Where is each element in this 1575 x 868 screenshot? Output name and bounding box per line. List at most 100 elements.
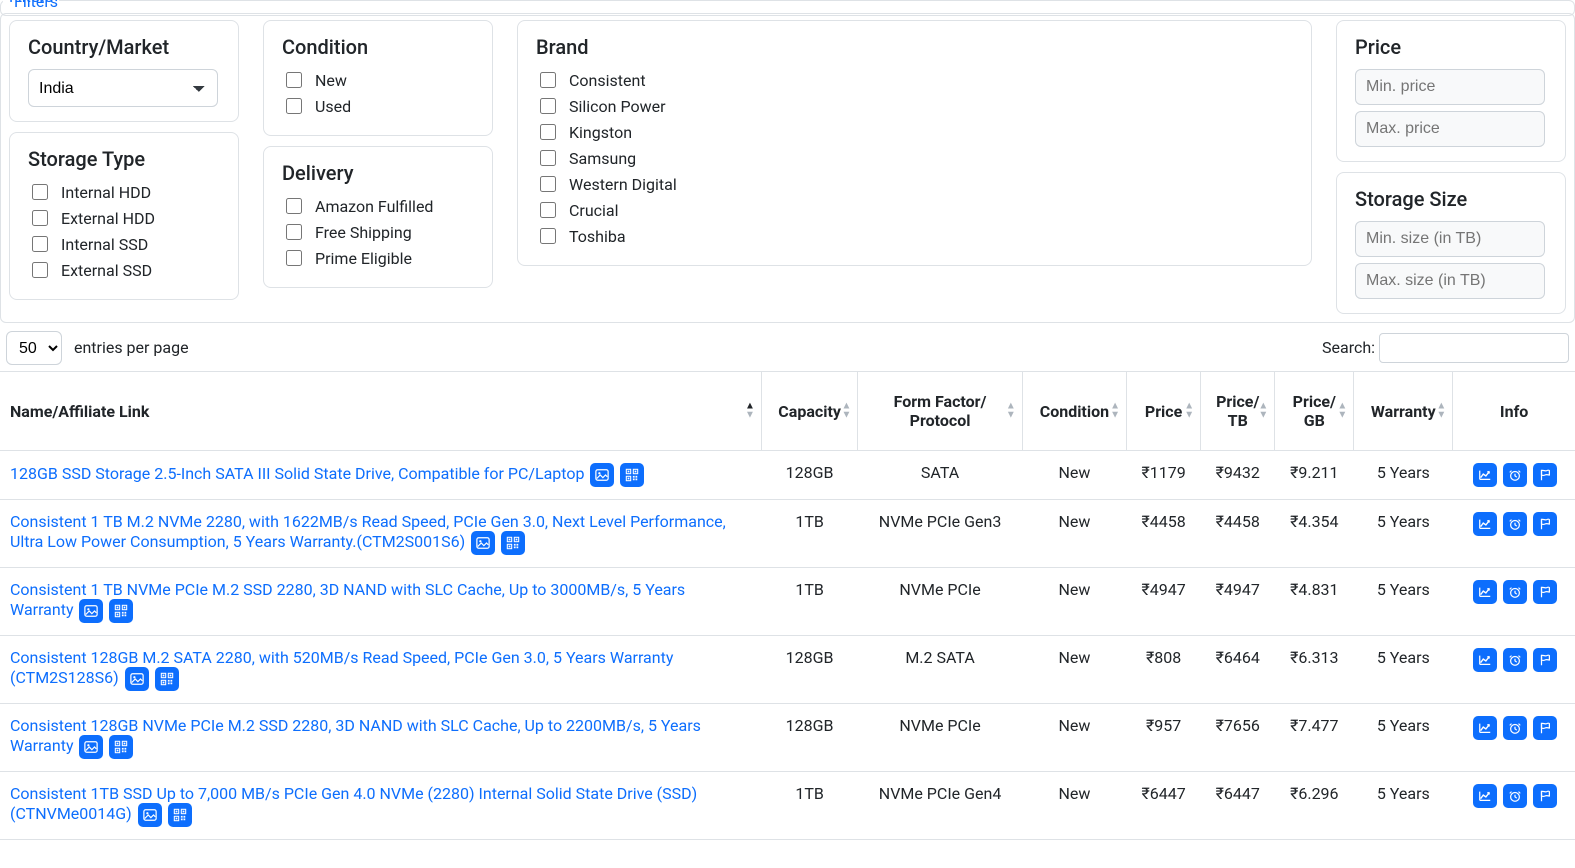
filters-toggle[interactable]: Filters [8, 0, 64, 13]
alert-icon[interactable] [1503, 784, 1527, 808]
product-link[interactable]: Consistent 1TB SSD Up to 7,000 MB/s PCIe… [10, 784, 697, 823]
delivery-checkbox[interactable] [286, 224, 302, 240]
warranty-cell: 5 Years [1354, 772, 1453, 840]
storage-type-option[interactable]: External HDD [28, 207, 220, 229]
column-header[interactable]: Condition▲▼ [1022, 372, 1126, 451]
column-header-label: Form Factor/Protocol [894, 392, 987, 430]
report-icon[interactable] [1533, 648, 1557, 672]
brand-label: Silicon Power [569, 97, 666, 116]
image-icon[interactable] [138, 803, 162, 827]
column-header[interactable]: Price/GB▲▼ [1275, 372, 1354, 451]
storage-type-checkbox[interactable] [32, 236, 48, 252]
brand-checkbox[interactable] [540, 202, 556, 218]
alert-icon[interactable] [1503, 716, 1527, 740]
size-max-input[interactable] [1355, 263, 1545, 299]
brand-option[interactable]: Silicon Power [536, 95, 1293, 117]
delivery-option[interactable]: Amazon Fulfilled [282, 195, 474, 217]
brand-option[interactable]: Kingston [536, 121, 1293, 143]
qr-icon[interactable] [168, 803, 192, 827]
brand-option[interactable]: Samsung [536, 147, 1293, 169]
column-header[interactable]: Price/TB▲▼ [1201, 372, 1275, 451]
report-icon[interactable] [1533, 784, 1557, 808]
storage-type-option[interactable]: Internal SSD [28, 233, 220, 255]
brand-option[interactable]: Crucial [536, 199, 1293, 221]
storage-type-checkbox[interactable] [32, 262, 48, 278]
brand-option[interactable]: Western Digital [536, 173, 1293, 195]
report-icon[interactable] [1533, 716, 1557, 740]
info-cell [1453, 500, 1575, 568]
brand-checkbox[interactable] [540, 124, 556, 140]
condition-checkbox[interactable] [286, 72, 302, 88]
price_gb-cell: ₹4.354 [1275, 500, 1354, 568]
entries-per-page-select[interactable]: 50 [6, 331, 62, 365]
search-input[interactable] [1379, 333, 1569, 363]
price-history-icon[interactable] [1473, 784, 1497, 808]
price-history-icon[interactable] [1473, 648, 1497, 672]
qr-icon[interactable] [501, 531, 525, 555]
storage-type-option[interactable]: External SSD [28, 259, 220, 281]
price-history-icon[interactable] [1473, 580, 1497, 604]
delivery-option[interactable]: Free Shipping [282, 221, 474, 243]
column-header[interactable]: Price▲▼ [1127, 372, 1201, 451]
price-history-icon[interactable] [1473, 716, 1497, 740]
qr-icon[interactable] [109, 735, 133, 759]
delivery-label: Free Shipping [315, 223, 412, 242]
storage-type-option[interactable]: Internal HDD [28, 181, 220, 203]
delivery-option[interactable]: Prime Eligible [282, 247, 474, 269]
brand-checkbox[interactable] [540, 228, 556, 244]
column-header[interactable]: Warranty▲▼ [1354, 372, 1453, 451]
alert-icon[interactable] [1503, 580, 1527, 604]
product-link[interactable]: Consistent 128GB M.2 SATA 2280, with 520… [10, 648, 673, 687]
size-min-input[interactable] [1355, 221, 1545, 257]
report-icon[interactable] [1533, 463, 1557, 487]
delivery-checkbox[interactable] [286, 250, 302, 266]
brand-option[interactable]: Consistent [536, 69, 1293, 91]
brand-checkbox[interactable] [540, 150, 556, 166]
alert-icon[interactable] [1503, 648, 1527, 672]
condition-option[interactable]: New [282, 69, 474, 91]
condition-option[interactable]: Used [282, 95, 474, 117]
info-cell [1453, 772, 1575, 840]
product-link[interactable]: Consistent 1 TB M.2 NVMe 2280, with 1622… [10, 512, 726, 551]
condition-label: New [315, 71, 347, 90]
condition-cell: New [1022, 500, 1126, 568]
column-header[interactable]: Capacity▲▼ [761, 372, 857, 451]
column-header[interactable]: Info [1453, 372, 1575, 451]
report-icon[interactable] [1533, 512, 1557, 536]
product-link[interactable]: 128GB SSD Storage 2.5-Inch SATA III Soli… [10, 464, 584, 483]
column-header[interactable]: Form Factor/Protocol▲▼ [858, 372, 1022, 451]
column-header[interactable]: Name/Affiliate Link▲▼ [0, 372, 761, 451]
column-header-label: Warranty [1371, 402, 1436, 421]
storage-type-label: Internal SSD [61, 235, 148, 254]
qr-icon[interactable] [155, 667, 179, 691]
info-cell [1453, 568, 1575, 636]
storage-type-checkbox[interactable] [32, 184, 48, 200]
price-history-icon[interactable] [1473, 463, 1497, 487]
column-header-label: Name/Affiliate Link [10, 402, 149, 421]
image-icon[interactable] [79, 735, 103, 759]
sort-arrows-icon: ▲▼ [1337, 403, 1347, 420]
price-history-icon[interactable] [1473, 512, 1497, 536]
image-icon[interactable] [79, 599, 103, 623]
report-icon[interactable] [1533, 580, 1557, 604]
image-icon[interactable] [590, 463, 614, 487]
brand-option[interactable]: Toshiba [536, 225, 1293, 247]
alert-icon[interactable] [1503, 463, 1527, 487]
brand-checkbox[interactable] [540, 98, 556, 114]
country-select[interactable]: India [28, 69, 218, 107]
qr-icon[interactable] [109, 599, 133, 623]
brand-checkbox[interactable] [540, 176, 556, 192]
brand-title: Brand [536, 35, 1293, 59]
alert-icon[interactable] [1503, 512, 1527, 536]
brand-checkbox[interactable] [540, 72, 556, 88]
price-cell: ₹4947 [1127, 568, 1201, 636]
image-icon[interactable] [471, 531, 495, 555]
info-cell [1453, 451, 1575, 500]
qr-icon[interactable] [620, 463, 644, 487]
delivery-checkbox[interactable] [286, 198, 302, 214]
storage-type-checkbox[interactable] [32, 210, 48, 226]
price-min-input[interactable] [1355, 69, 1545, 105]
image-icon[interactable] [125, 667, 149, 691]
condition-checkbox[interactable] [286, 98, 302, 114]
price-max-input[interactable] [1355, 111, 1545, 147]
